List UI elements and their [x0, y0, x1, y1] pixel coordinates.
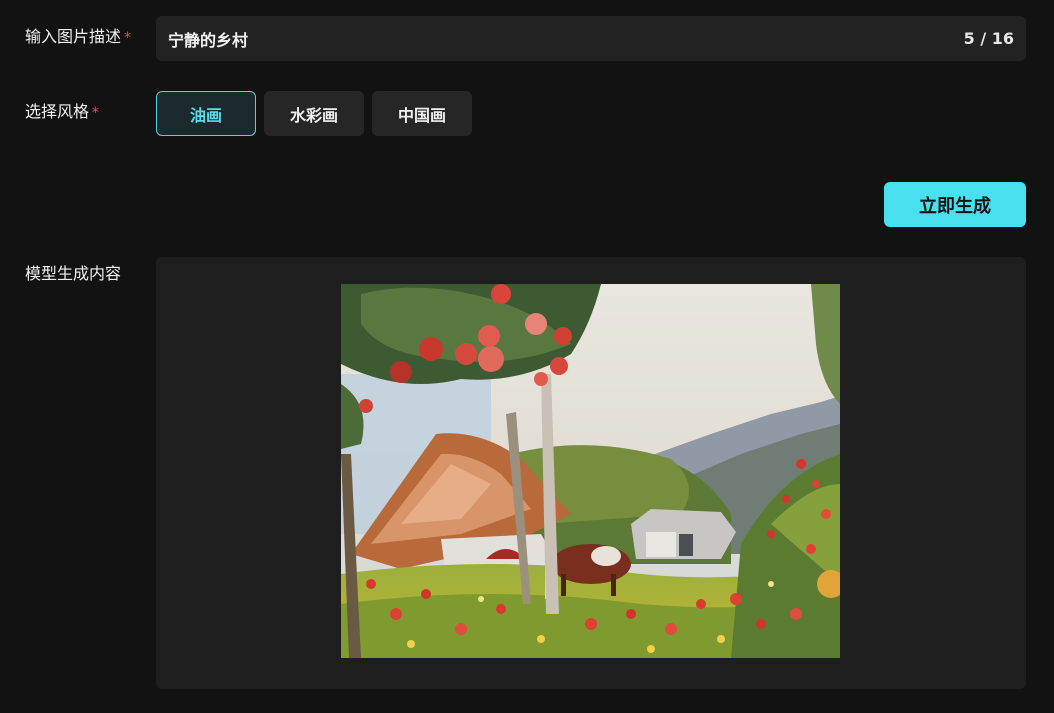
output-panel: [156, 257, 1026, 689]
generated-image: [341, 284, 840, 658]
style-label: 选择风格 *: [25, 98, 99, 122]
required-mark: *: [124, 30, 132, 46]
generator-page: 输入图片描述 * 宁静的乡村 5 / 16 选择风格 * 油画 水彩画 中国画 立即…: [0, 0, 1054, 713]
required-mark: *: [92, 105, 100, 121]
character-counter: 5 / 16: [963, 29, 1014, 48]
generate-button[interactable]: 立即生成: [884, 182, 1026, 227]
style-label-text: 选择风格: [25, 102, 90, 121]
style-option-chinese-painting[interactable]: 中国画: [372, 91, 472, 136]
description-value[interactable]: 宁静的乡村: [168, 27, 964, 51]
description-label-text: 输入图片描述: [25, 27, 122, 46]
style-option-watercolor[interactable]: 水彩画: [264, 91, 364, 136]
style-option-oil-painting[interactable]: 油画: [156, 91, 256, 136]
description-label: 输入图片描述 *: [25, 23, 131, 47]
oil-painting-image: [341, 284, 840, 658]
output-label: 模型生成内容: [25, 264, 122, 283]
description-input[interactable]: 宁静的乡村 5 / 16: [156, 16, 1026, 61]
